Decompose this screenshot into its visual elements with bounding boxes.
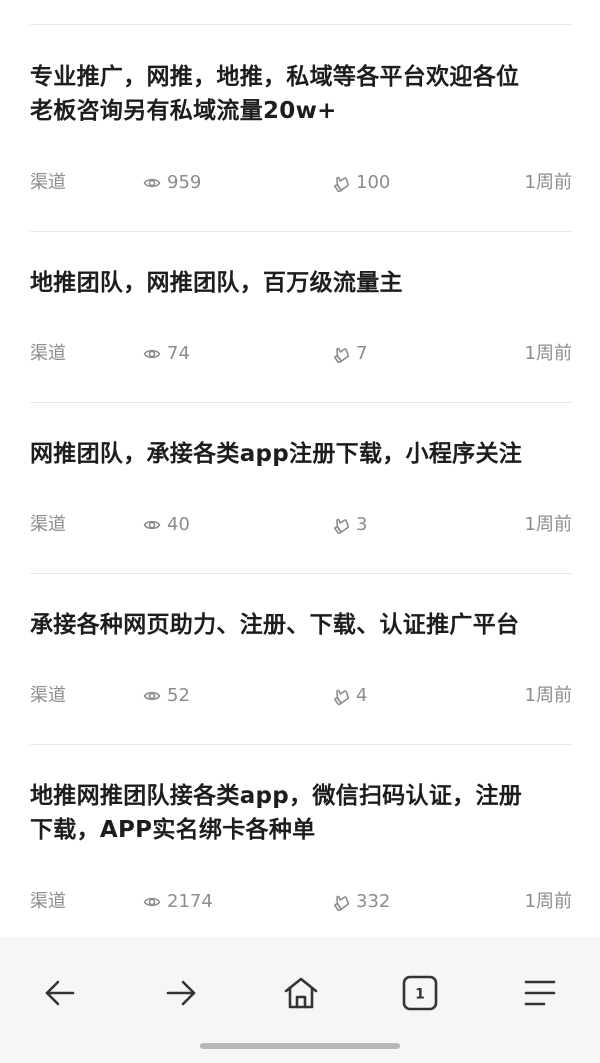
channel-label[interactable]: 渠道	[30, 684, 66, 708]
post-meta: 渠道 2174 332 1周前	[30, 890, 572, 914]
list-item[interactable]: 网推团队，承接各类app注册下载，小程序关注 渠道 40 3 1周前	[30, 403, 572, 573]
eye-icon	[143, 174, 161, 192]
list-item[interactable]: 地推网推团队接各类app，微信扫码认证，注册 下载，APP实名绑卡各种单 渠道 …	[30, 745, 572, 937]
post-time: 1周前	[524, 172, 572, 193]
post-title-line: 专业推广，网推，地推，私域等各平台欢迎各位	[30, 64, 520, 90]
home-button[interactable]	[269, 961, 333, 1025]
view-count: 2174	[143, 890, 213, 914]
eye-icon	[143, 516, 161, 534]
post-feed: 专业推广，网推，地推，私域等各平台欢迎各位 老板咨询另有私域流量20w+ 渠道 …	[0, 0, 600, 937]
like-count[interactable]: 4	[332, 684, 367, 708]
view-count: 40	[143, 513, 190, 537]
channel-label[interactable]: 渠道	[30, 171, 66, 195]
post-meta: 渠道 74 7 1周前	[30, 342, 572, 366]
home-indicator[interactable]	[200, 1043, 400, 1049]
list-item[interactable]: 承接各种网页助力、注册、下载、认证推广平台 渠道 52 4 1周前	[30, 574, 572, 744]
thumbs-up-icon	[332, 516, 350, 534]
list-item[interactable]: 地推团队，网推团队，百万级流量主 渠道 74 7 1周前	[30, 232, 572, 402]
thumbs-up-icon	[332, 174, 350, 192]
post-title[interactable]: 承接各种网页助力、注册、下载、认证推广平台	[30, 608, 575, 642]
arrow-left-icon	[42, 975, 78, 1011]
post-meta: 渠道 52 4 1周前	[30, 684, 572, 708]
menu-icon	[522, 975, 558, 1011]
post-time: 1周前	[524, 891, 572, 912]
thumbs-up-icon	[332, 345, 350, 363]
menu-button[interactable]	[508, 961, 572, 1025]
post-time: 1周前	[524, 343, 572, 364]
browser-toolbar: 1	[0, 937, 600, 1063]
back-button[interactable]	[28, 961, 92, 1025]
eye-icon	[143, 687, 161, 705]
view-count-value: 52	[167, 685, 190, 706]
post-title[interactable]: 地推网推团队接各类app，微信扫码认证，注册 下载，APP实名绑卡各种单	[30, 779, 575, 847]
post-title-line: 地推网推团队接各类app，微信扫码认证，注册	[30, 783, 523, 809]
post-title[interactable]: 网推团队，承接各类app注册下载，小程序关注	[30, 437, 575, 471]
like-count[interactable]: 3	[332, 513, 367, 537]
thumbs-up-icon	[332, 893, 350, 911]
like-count-value: 7	[356, 343, 368, 364]
thumbs-up-icon	[332, 687, 350, 705]
post-title-line: 承接各种网页助力、注册、下载、认证推广平台	[30, 612, 520, 638]
home-icon	[282, 974, 320, 1012]
post-time: 1周前	[524, 514, 572, 535]
view-count-value: 74	[167, 343, 190, 364]
channel-label[interactable]: 渠道	[30, 513, 66, 537]
post-title-line: 地推团队，网推团队，百万级流量主	[30, 270, 403, 296]
view-count-value: 959	[167, 172, 202, 193]
view-count: 74	[143, 342, 190, 366]
like-count[interactable]: 332	[332, 890, 390, 914]
view-count-value: 2174	[167, 891, 213, 912]
like-count-value: 4	[356, 685, 368, 706]
like-count[interactable]: 7	[332, 342, 367, 366]
tabs-count: 1	[415, 987, 425, 1003]
view-count: 959	[143, 171, 201, 195]
view-count: 52	[143, 684, 190, 708]
eye-icon	[143, 893, 161, 911]
post-meta: 渠道 959 100 1周前	[30, 171, 572, 195]
like-count-value: 3	[356, 514, 368, 535]
post-title[interactable]: 地推团队，网推团队，百万级流量主	[30, 266, 575, 300]
channel-label[interactable]: 渠道	[30, 890, 66, 914]
view-count-value: 40	[167, 514, 190, 535]
list-item[interactable]: 专业推广，网推，地推，私域等各平台欢迎各位 老板咨询另有私域流量20w+ 渠道 …	[30, 25, 572, 231]
post-title[interactable]: 专业推广，网推，地推，私域等各平台欢迎各位 老板咨询另有私域流量20w+	[30, 60, 575, 128]
forward-button[interactable]	[149, 961, 213, 1025]
channel-label[interactable]: 渠道	[30, 342, 66, 366]
like-count-value: 100	[356, 172, 391, 193]
post-title-line: 网推团队，承接各类app注册下载，小程序关注	[30, 441, 523, 467]
like-count[interactable]: 100	[332, 171, 390, 195]
eye-icon	[143, 345, 161, 363]
arrow-right-icon	[163, 975, 199, 1011]
tabs-icon: 1	[402, 975, 438, 1011]
post-meta: 渠道 40 3 1周前	[30, 513, 572, 537]
post-title-line: 老板咨询另有私域流量20w+	[30, 98, 337, 124]
post-title-line: 下载，APP实名绑卡各种单	[30, 817, 316, 843]
tabs-button[interactable]: 1	[388, 961, 452, 1025]
like-count-value: 332	[356, 891, 391, 912]
post-time: 1周前	[524, 685, 572, 706]
